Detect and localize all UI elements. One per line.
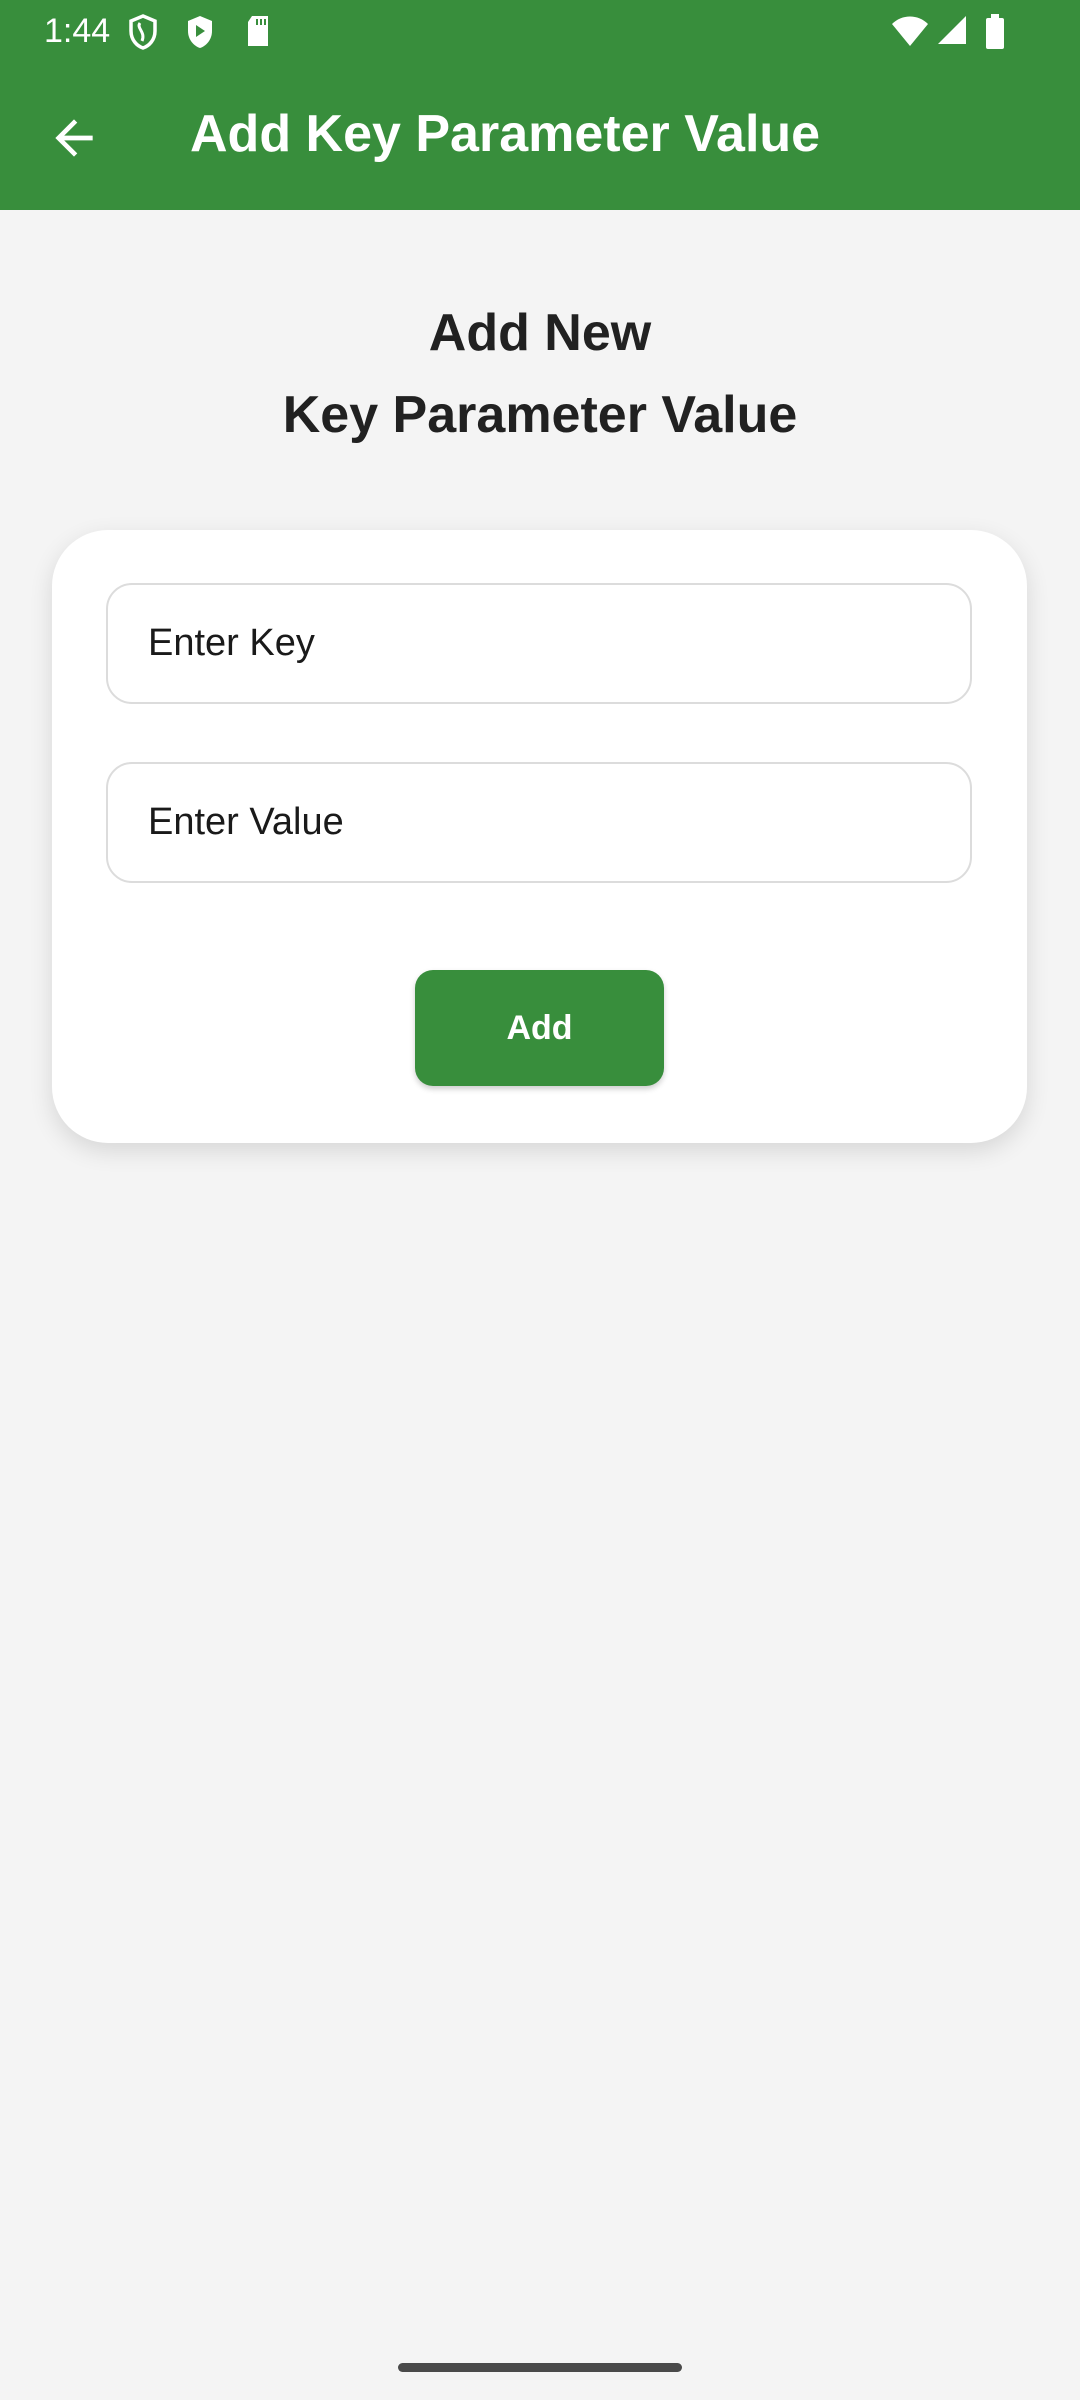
signal-icon: [938, 16, 966, 44]
arrow-back-icon[interactable]: [46, 110, 102, 166]
wifi-icon: [892, 16, 928, 46]
home-indicator[interactable]: [398, 2363, 682, 2372]
heading-line-1: Add New: [428, 304, 652, 362]
form-card: Enter Key Enter Value Add: [52, 530, 1027, 1143]
status-time: 1:44: [44, 12, 111, 50]
value-input[interactable]: Enter Value: [106, 762, 972, 883]
app-bar: 1:44 Add Key Parameter Value: [0, 0, 1080, 210]
add-button[interactable]: Add: [415, 970, 664, 1086]
app-bar-title: Add Key Parameter Value: [190, 105, 821, 163]
status-bar: 1:44: [0, 0, 1080, 63]
play-protect-icon: [188, 16, 212, 48]
battery-icon: [986, 14, 1004, 49]
page-heading: Add New Key Parameter Value: [0, 292, 1080, 456]
key-input[interactable]: Enter Key: [106, 583, 972, 704]
shield-icon: [129, 14, 157, 50]
heading-line-2: Key Parameter Value: [282, 386, 798, 444]
sd-card-icon: [248, 16, 268, 46]
